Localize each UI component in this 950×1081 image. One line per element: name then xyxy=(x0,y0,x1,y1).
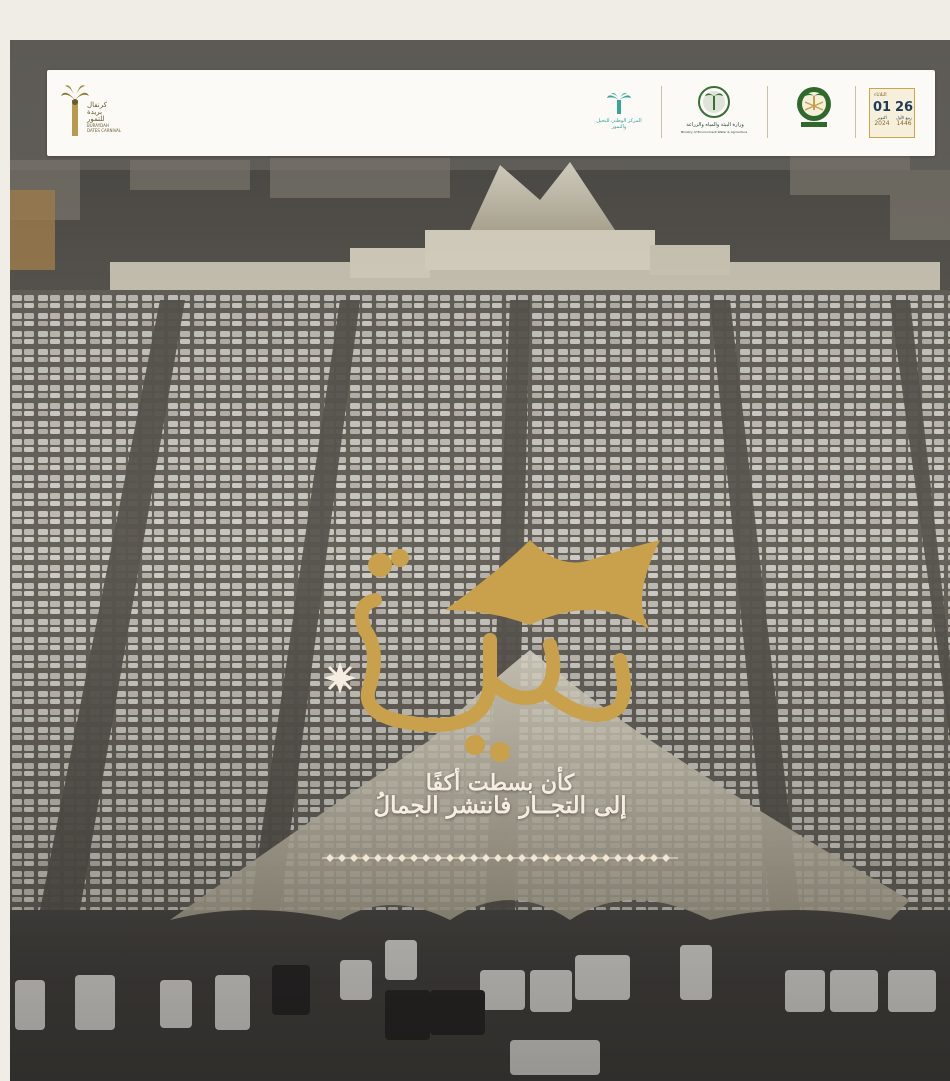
date-weekday: الثلاثاء xyxy=(874,92,887,98)
sponsor-divider xyxy=(855,86,856,138)
gregorian-date: 01 أكتوبر 2024 xyxy=(872,100,892,128)
hijri-date: 26 ربيع الأول 1446 xyxy=(894,100,914,128)
ministry-emblem-icon xyxy=(698,86,730,118)
ministry-name-en: Ministry of Environment Water & Agricult… xyxy=(680,130,748,134)
palm-icon xyxy=(607,92,631,114)
palm-logo-icon xyxy=(61,85,89,136)
hijri-year: 1446 xyxy=(896,120,912,127)
sponsor-divider xyxy=(661,86,662,138)
gregorian-year: 2024 xyxy=(874,120,890,127)
emirate-emblem-icon xyxy=(797,87,831,127)
ornament-divider xyxy=(322,854,678,862)
hijri-day: 26 xyxy=(894,100,914,115)
ministry-name-ar: وزارة البيئة والمياه والزراعة xyxy=(686,122,744,128)
sponsor-divider xyxy=(767,86,768,138)
carnival-logo-en-2: DATES CARNIVAL xyxy=(87,128,122,133)
poem-line-2: إلى التجــار فانتشر الجمالُ xyxy=(373,792,627,819)
national-palm-center-logo: المركز الوطني للنخيل والتمور xyxy=(587,82,651,144)
gregorian-day: 01 xyxy=(872,100,892,115)
poster-text-block: كأن بسطت أكفًا إلى التجــار فانتشر الجما… xyxy=(300,530,700,870)
buraydah-dates-carnival-logo: كرنفال بريدة للتمور BURAYDAH DATES CARNI… xyxy=(61,82,131,144)
ministry-environment-logo: وزارة البيئة والمياه والزراعة Ministry o… xyxy=(673,82,755,144)
sponsor-header-bar: كرنفال بريدة للتمور BURAYDAH DATES CARNI… xyxy=(47,70,935,156)
national-palm-center-name: المركز الوطني للنخيل والتمور xyxy=(596,118,642,130)
buraydah-calligraphy-title xyxy=(324,540,660,762)
date-badge: الثلاثاء 01 أكتوبر 2024 26 ربيع الأول 14… xyxy=(869,88,915,138)
carnival-logo-line-3: للتمور xyxy=(87,115,105,123)
qassim-emirate-logo xyxy=(779,82,849,144)
